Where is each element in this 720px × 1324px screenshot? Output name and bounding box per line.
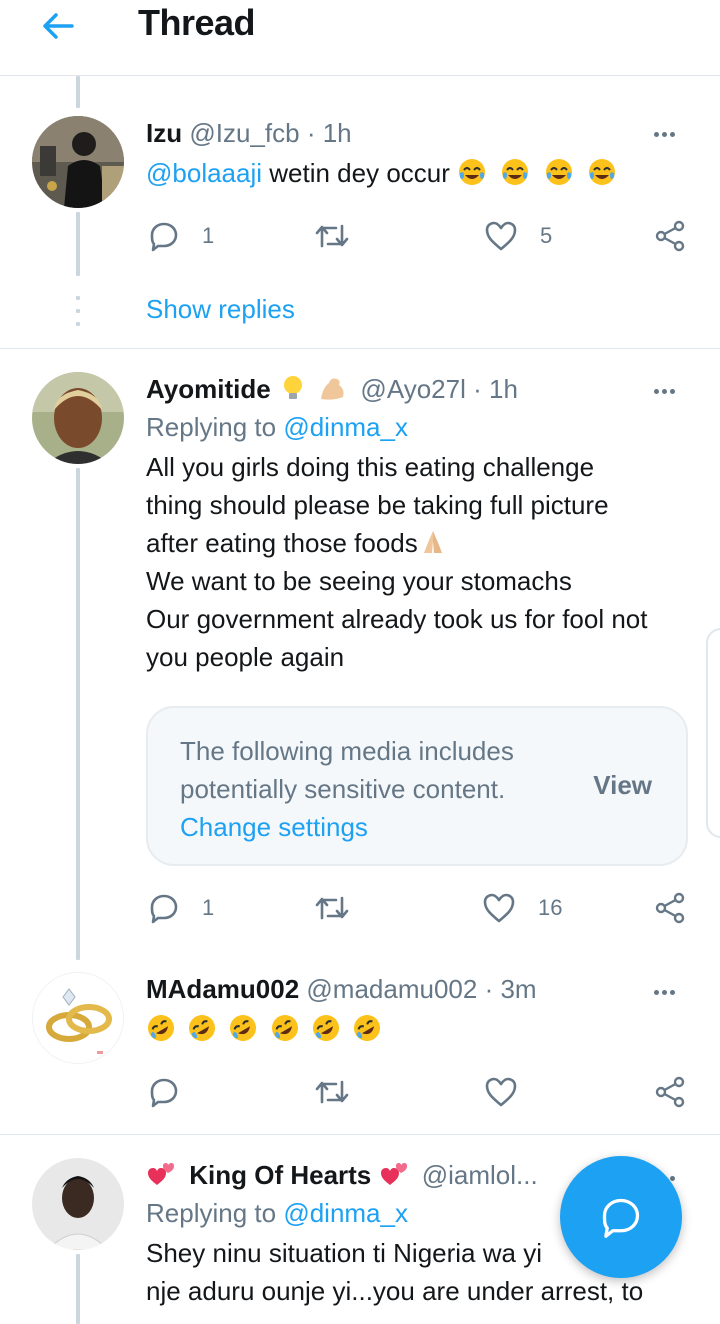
more-options-button[interactable] (654, 381, 684, 401)
reply-count: 1 (202, 223, 215, 248)
side-drawer-handle[interactable] (706, 628, 720, 838)
more-options-button[interactable] (654, 982, 684, 1002)
rolling-on-floor-laughing-icon (230, 1015, 257, 1041)
share-button[interactable] (654, 1072, 686, 1112)
tweet-time: 1h (322, 118, 352, 148)
view-media-button[interactable]: View (593, 770, 652, 801)
reply-icon (150, 222, 178, 252)
thread-connector (76, 212, 80, 276)
compose-reply-button[interactable] (560, 1156, 682, 1278)
replying-to-link[interactable]: @dinma_x (283, 412, 408, 442)
user-handle[interactable]: @Izu_fcb (189, 118, 299, 148)
reply-button[interactable] (148, 1072, 180, 1112)
retweet-button[interactable] (314, 888, 350, 928)
change-settings-link[interactable]: Change settings (180, 808, 560, 846)
thread-dots (76, 296, 80, 335)
divider (0, 348, 720, 349)
face-with-tears-of-joy-icon (459, 159, 486, 185)
back-button[interactable] (38, 6, 78, 46)
sensitive-notice-text: The following media includes (180, 736, 514, 766)
share-icon (655, 220, 685, 252)
tweet-text: wetin dey occur (269, 158, 450, 188)
sensitive-media-notice: The following media includes potentially… (146, 706, 688, 866)
compose-reply-icon (602, 1198, 640, 1238)
two-hearts-icon (380, 1163, 407, 1185)
replying-label: Replying to (146, 1198, 277, 1228)
like-button[interactable]: 16 (482, 888, 562, 928)
avatar[interactable] (32, 116, 124, 208)
like-count: 5 (540, 223, 553, 248)
thread-connector (76, 76, 80, 108)
replying-to-link[interactable]: @dinma_x (283, 1198, 408, 1228)
arrow-left-icon (43, 13, 74, 39)
user-handle[interactable]: @Ayo27l (360, 374, 465, 404)
user-handle[interactable]: @madamu002 (306, 974, 477, 1004)
reply-icon (150, 1078, 178, 1108)
header-bar: Thread (0, 0, 720, 76)
heart-icon (485, 221, 517, 251)
face-with-tears-of-joy-icon (502, 159, 529, 185)
display-name[interactable]: King Of Hearts (189, 1160, 371, 1190)
heart-icon (485, 1077, 517, 1107)
mention-link[interactable]: @bolaaaji (146, 158, 262, 188)
display-name[interactable]: Izu (146, 118, 182, 148)
flexed-biceps-icon (321, 378, 344, 400)
emoji-group (146, 1010, 688, 1048)
share-button[interactable] (654, 888, 686, 928)
light-bulb-icon (283, 376, 302, 399)
retweet-icon (315, 1080, 349, 1104)
avatar[interactable] (32, 972, 124, 1064)
retweet-button[interactable] (314, 216, 350, 256)
rolling-on-floor-laughing-icon (354, 1015, 381, 1041)
reply-icon (150, 894, 178, 924)
like-button[interactable]: 5 (484, 216, 552, 256)
show-replies-link[interactable]: Show replies (146, 294, 295, 325)
share-icon (655, 892, 685, 924)
retweet-icon (315, 224, 349, 248)
share-button[interactable] (654, 216, 686, 256)
folded-hands-icon (423, 531, 442, 553)
like-count: 16 (538, 895, 563, 920)
avatar[interactable] (32, 372, 124, 464)
replying-label: Replying to (146, 412, 277, 442)
rolling-on-floor-laughing-icon (148, 1015, 174, 1041)
more-options-button[interactable] (654, 124, 684, 144)
two-hearts-icon (148, 1163, 174, 1185)
reply-button[interactable]: 1 (148, 216, 214, 256)
rolling-on-floor-laughing-icon (271, 1015, 298, 1041)
page-title: Thread (138, 2, 256, 43)
divider (0, 1134, 720, 1135)
face-with-tears-of-joy-icon (545, 159, 572, 185)
user-handle[interactable]: @iamlol... (422, 1160, 538, 1190)
reply-count: 1 (202, 895, 215, 920)
avatar[interactable] (32, 1158, 124, 1250)
tweet-time: 1h (488, 374, 518, 404)
rolling-on-floor-laughing-icon (312, 1015, 339, 1041)
tweet-text: All you girls doing this eating challeng… (146, 452, 648, 672)
thread-connector (76, 1254, 80, 1324)
emoji-group (457, 158, 623, 188)
retweet-icon (315, 896, 349, 920)
heart-icon (483, 893, 515, 923)
rolling-on-floor-laughing-icon (189, 1015, 216, 1041)
thread-connector (76, 468, 80, 960)
like-button[interactable] (484, 1072, 518, 1112)
display-name[interactable]: Ayomitide (146, 374, 271, 404)
display-name[interactable]: MAdamu002 (146, 974, 299, 1004)
share-icon (655, 1076, 685, 1108)
retweet-button[interactable] (314, 1072, 350, 1112)
reply-button[interactable]: 1 (148, 888, 214, 928)
face-with-tears-of-joy-icon (588, 159, 615, 185)
tweet-time: 3m (500, 974, 537, 1004)
